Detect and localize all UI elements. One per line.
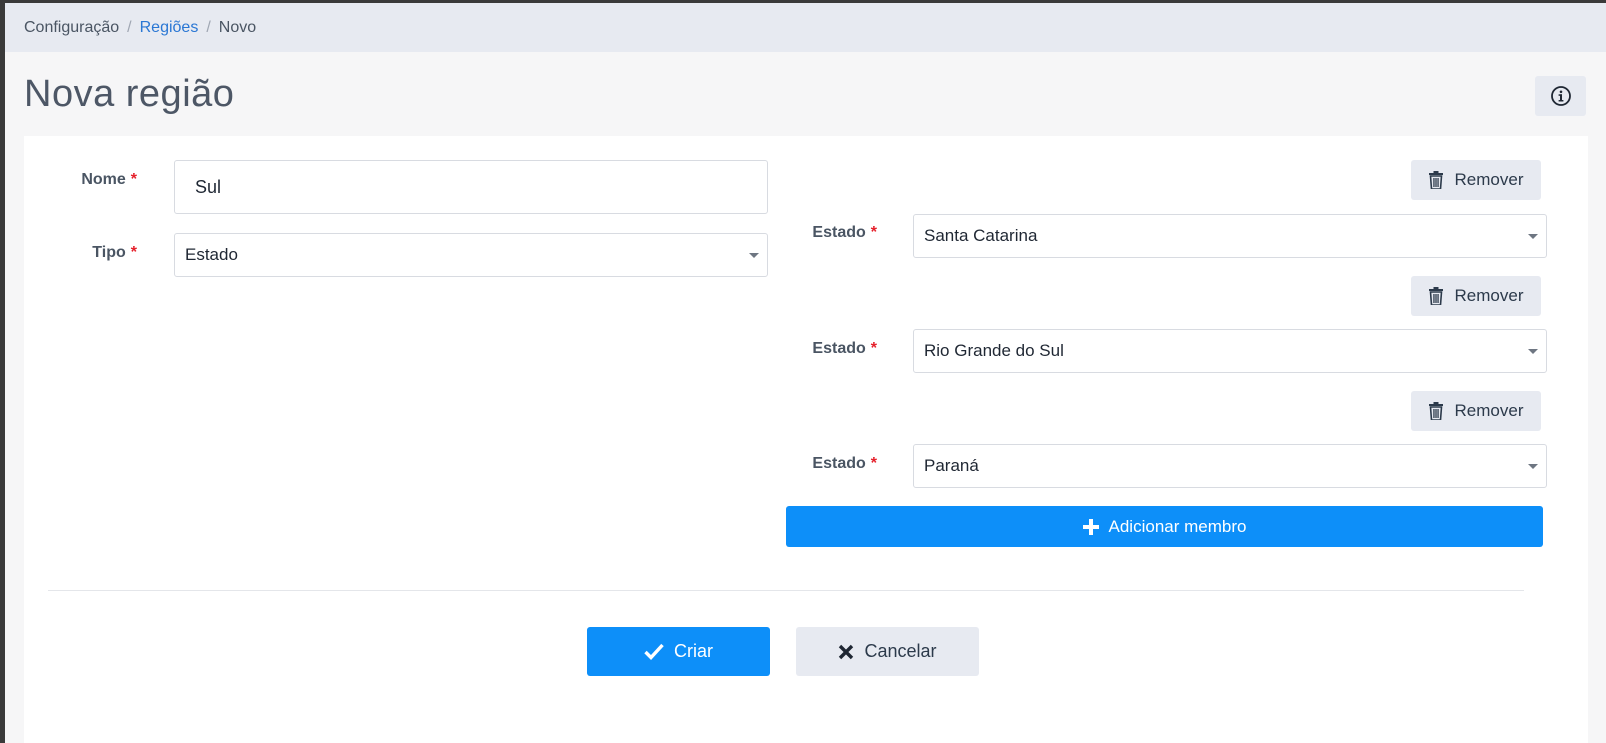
remove-label: Remover (1454, 401, 1524, 420)
trash-icon (1428, 287, 1443, 305)
estado-select-value: Santa Catarina (924, 226, 1038, 245)
tipo-label-text: Tipo (92, 244, 126, 261)
required-mark: * (870, 224, 877, 241)
estado-label-text: Estado (812, 340, 866, 357)
add-member-label: Adicionar membro (1108, 516, 1247, 536)
trash-icon (1428, 171, 1443, 189)
close-icon (839, 644, 854, 659)
breadcrumb: Configuração / Regiões / Novo (5, 3, 1606, 52)
cancel-label: Cancelar (864, 641, 937, 661)
chevron-down-icon (749, 253, 759, 258)
breadcrumb-separator: / (206, 18, 211, 36)
chevron-down-icon (1528, 349, 1538, 354)
page-title: Nova região (24, 73, 235, 115)
required-mark: * (130, 171, 137, 188)
remove-label: Remover (1454, 286, 1524, 305)
add-member-button[interactable]: Adicionar membro (786, 506, 1543, 547)
nome-label: Nome * (64, 171, 137, 189)
app-window: Configuração / Regiões / Novo Nova regiã… (5, 3, 1606, 743)
breadcrumb-item-configuracao[interactable]: Configuração (24, 19, 119, 37)
remove-member-button[interactable]: Remover (1411, 391, 1541, 431)
required-mark: * (130, 244, 137, 261)
chevron-down-icon (1528, 464, 1538, 469)
form-card: Nome * Sul Tipo * Estado Remover Estado … (24, 136, 1588, 743)
remove-label: Remover (1454, 170, 1524, 189)
cancel-button[interactable]: Cancelar (796, 627, 979, 676)
tipo-select-value: Estado (185, 245, 238, 264)
nome-label-text: Nome (81, 171, 126, 188)
info-button[interactable] (1535, 76, 1586, 116)
divider (48, 590, 1524, 591)
estado-select-value: Rio Grande do Sul (924, 341, 1064, 360)
chevron-down-icon (1528, 234, 1538, 239)
tipo-select[interactable]: Estado (174, 233, 768, 277)
breadcrumb-separator: / (127, 18, 132, 36)
create-label: Criar (674, 641, 713, 661)
tipo-label: Tipo * (64, 244, 137, 262)
estado-label: Estado * (804, 455, 877, 473)
estado-label-text: Estado (812, 455, 866, 472)
estado-select[interactable]: Paraná (913, 444, 1547, 488)
check-icon (644, 643, 664, 660)
estado-select[interactable]: Rio Grande do Sul (913, 329, 1547, 373)
estado-label: Estado * (804, 340, 877, 358)
estado-label-text: Estado (812, 224, 866, 241)
estado-label: Estado * (804, 224, 877, 242)
breadcrumb-item-regioes[interactable]: Regiões (140, 19, 199, 37)
required-mark: * (870, 455, 877, 472)
plus-icon (1082, 518, 1099, 535)
remove-member-button[interactable]: Remover (1411, 276, 1541, 316)
create-button[interactable]: Criar (587, 627, 770, 676)
trash-icon (1428, 402, 1443, 420)
remove-member-button[interactable]: Remover (1411, 160, 1541, 200)
nome-input[interactable]: Sul (174, 160, 768, 214)
breadcrumb-item-novo: Novo (218, 18, 257, 36)
nome-input-value: Sul (195, 176, 222, 197)
estado-select-value: Paraná (924, 456, 979, 475)
estado-select[interactable]: Santa Catarina (913, 214, 1547, 258)
required-mark: * (870, 340, 877, 357)
info-circle-icon (1550, 86, 1571, 106)
